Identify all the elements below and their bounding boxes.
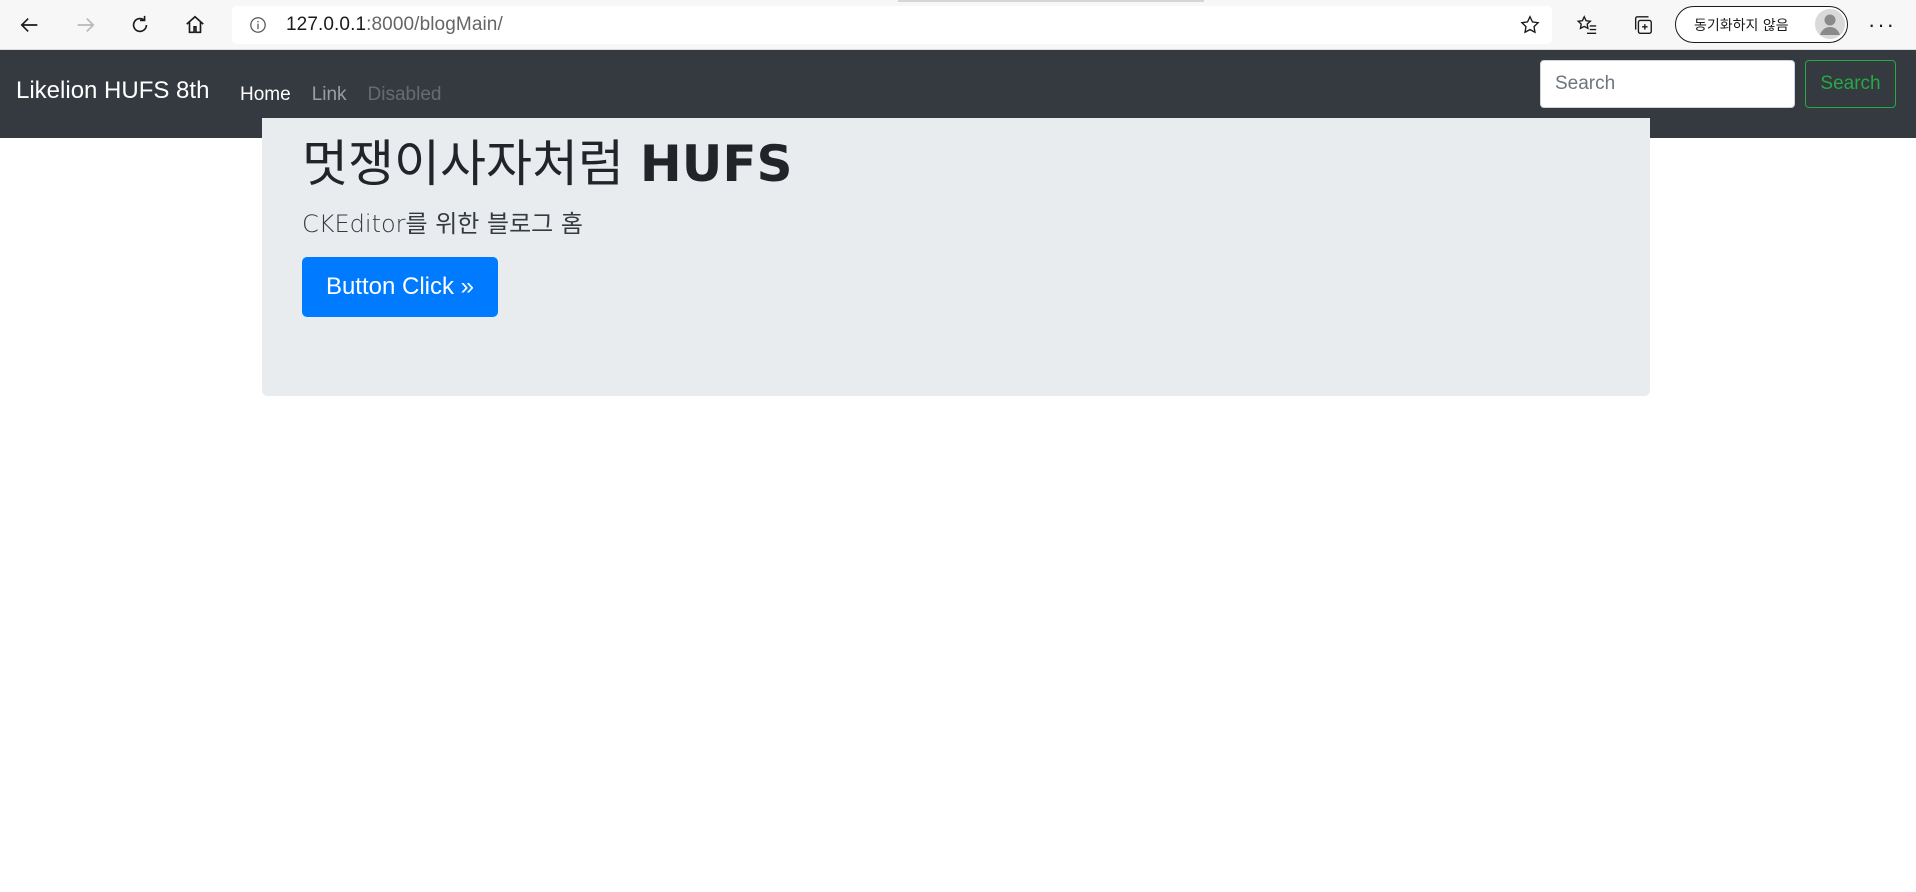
page-title-light: 멋쟁이사자처럼: [302, 135, 640, 193]
button-click-button[interactable]: Button Click »: [302, 257, 498, 317]
refresh-icon: [132, 15, 148, 33]
url-text[interactable]: 127.0.0.1:8000/blogMain/: [286, 14, 503, 36]
url-host: 127.0.0.1: [286, 14, 367, 35]
navbar-brand[interactable]: Likelion HUFS 8th: [16, 77, 209, 105]
back-button[interactable]: [12, 7, 48, 43]
nav-link-link[interactable]: Link: [312, 84, 347, 106]
refresh-button[interactable]: [122, 7, 158, 43]
page-title: 멋쟁이사자처럼 HUFS: [302, 134, 793, 194]
back-arrow-icon: [20, 17, 38, 33]
search-button[interactable]: Search: [1805, 60, 1896, 108]
sync-status-label: 동기화하지 않음: [1694, 17, 1789, 34]
url-path: :8000/blogMain/: [366, 14, 503, 35]
collections-icon: [1634, 16, 1652, 34]
search-input[interactable]: [1540, 60, 1795, 108]
page-title-bold: HUFS: [639, 135, 793, 193]
browser-toolbar: 127.0.0.1:8000/blogMain/ 동기화하지 않음 ···: [0, 0, 1916, 50]
forward-button[interactable]: [67, 7, 103, 43]
nav-link-disabled: Disabled: [367, 84, 442, 105]
nav-link-home[interactable]: Home: [240, 84, 291, 106]
info-icon[interactable]: [248, 15, 268, 35]
star-icon[interactable]: [1518, 13, 1542, 37]
home-button[interactable]: [177, 7, 213, 43]
forward-arrow-icon: [77, 17, 95, 33]
favorites-list-icon: [1576, 15, 1597, 34]
more-options-icon[interactable]: ···: [1862, 7, 1902, 43]
lead-text: CKEditor를 위한 블로그 홈: [302, 210, 583, 238]
collections-button[interactable]: [1625, 7, 1661, 43]
jumbotron: 멋쟁이사자처럼 HUFS CKEditor를 위한 블로그 홈 Button C…: [262, 118, 1650, 396]
nav-links: Home Link Disabled: [240, 84, 462, 106]
home-icon: [186, 15, 204, 34]
favorites-button[interactable]: [1569, 7, 1605, 43]
address-bar[interactable]: 127.0.0.1:8000/blogMain/: [232, 6, 1552, 44]
tab-strip-edge: [898, 0, 1204, 2]
profile-sync-button[interactable]: 동기화하지 않음: [1675, 6, 1848, 43]
profile-avatar-icon: [1815, 9, 1845, 39]
